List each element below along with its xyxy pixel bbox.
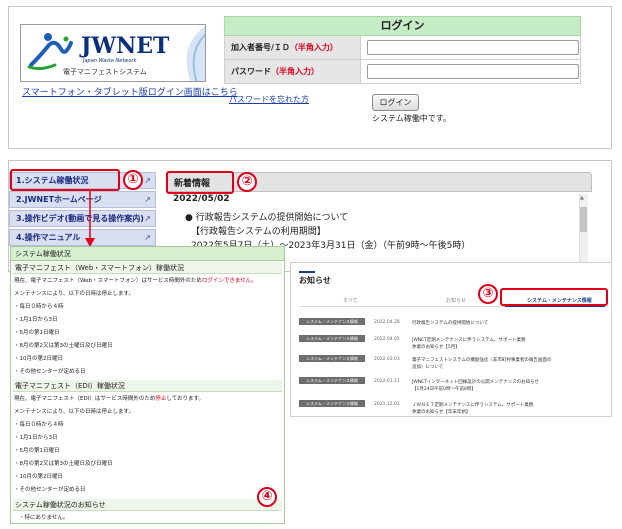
- tab-notices[interactable]: お知らせ: [446, 297, 466, 304]
- web-status-line: 現在、電子マニフェスト（Web・スマートフォン）はサービス時間外のためログインで…: [14, 278, 257, 284]
- user-id-input[interactable]: [367, 40, 579, 55]
- notice-link-cont[interactable]: 追加）について: [412, 364, 443, 370]
- category-badge: システム・メンテナンス情報: [299, 377, 365, 384]
- notice-date: 2022.04.28: [374, 320, 400, 325]
- notice-date: 2021.12.01: [374, 402, 400, 407]
- news-scroll-thumb[interactable]: [580, 207, 587, 232]
- edi-schedule-item: ・8月の第2又は第3の土曜日及び日曜日: [14, 461, 113, 467]
- category-badge: システム・メンテナンス情報: [299, 318, 365, 325]
- external-link-icon: ↗: [144, 233, 151, 242]
- logo-sub: Japan Waste Network: [83, 58, 137, 64]
- notice-link[interactable]: ＪＷＮＥＴ定期メンテナンスに伴うシステム、サポート業務: [412, 402, 533, 408]
- marker-2: ②: [237, 172, 257, 192]
- edi-status-section-title: 電子マニフェスト（EDI）稼働状況: [13, 380, 282, 392]
- notice-popup: お知らせ すべて お知らせ システム・メンテナンス情報 システム・メンテナンス情…: [290, 262, 612, 417]
- external-link-icon: ↗: [144, 195, 151, 204]
- web-maint-intro: メンテナンスにより、以下の日時は停止します。: [14, 291, 135, 297]
- edi-schedule-item: ・5月の第1日曜日: [14, 448, 60, 454]
- news-item-detail: 【行政報告システムの利用期間】: [191, 227, 326, 237]
- jwnet-logo: JWNET Japan Waste Network 電子マニフェストシステム: [20, 24, 206, 82]
- notice-link-cont[interactable]: 休業のお知らせ【5月】: [412, 344, 460, 350]
- news-item-link[interactable]: ● 行政報告システムの提供開始について: [185, 210, 348, 223]
- highlight-maintenance-tab-frame: [500, 288, 608, 306]
- marker-3: ③: [478, 284, 498, 304]
- web-schedule-item: ・その他センターが定める日: [14, 369, 86, 375]
- status-notice-title: システム稼働状況のお知らせ: [13, 499, 282, 511]
- marker-4: ④: [257, 487, 277, 507]
- menu-operation-video[interactable]: 3.操作ビデオ(動画で見る操作案内) ↗: [9, 210, 156, 227]
- bullet-icon: ●: [185, 213, 193, 223]
- password-label: パスワード（半角入力）: [225, 60, 361, 83]
- edi-status-line: 現在、電子マニフェスト（EDI）はサービス時間外のため停止しております。: [14, 396, 204, 402]
- system-status-popup: システム稼働状況 電子マニフェスト（Web・スマートフォン）稼働状況 現在、電子…: [10, 246, 285, 524]
- notice-date: 2022.03.03: [374, 357, 400, 362]
- web-schedule-item: ・1月1日から3日: [14, 317, 58, 323]
- external-link-icon: ↗: [144, 176, 151, 185]
- web-schedule-item: ・10月の第2日曜日: [14, 356, 64, 362]
- highlight-news-frame: [166, 171, 234, 194]
- notice-date: 2022.04.05: [374, 337, 400, 342]
- menu-operation-manual[interactable]: 4.操作マニュアル ↗: [9, 229, 156, 246]
- edi-schedule-item: ・10月の第2日曜日: [14, 474, 64, 480]
- news-date: 2022/05/02: [173, 194, 230, 204]
- login-form: ログイン 加入者番号/ＩＤ（半角入力） パスワード（半角入力） パスワードを忘れ…: [224, 16, 581, 141]
- notice-date: 2022.01.11: [374, 379, 400, 384]
- notice-link[interactable]: 電子マニフェストシステムの機能強化（非市町村事業者の報告画面の: [412, 357, 551, 363]
- web-schedule-item: ・5月の第1日曜日: [14, 330, 60, 336]
- web-status-section-title: 電子マニフェスト（Web・スマートフォン）稼働状況: [13, 262, 282, 274]
- notice-link[interactable]: 行政報告システムの提供開始について: [412, 320, 488, 326]
- system-status-text: システム稼働中です。: [372, 114, 451, 123]
- status-notice-text: ・特にありません。: [19, 515, 69, 521]
- external-link-icon: ↗: [144, 211, 151, 226]
- highlight-menu-frame: [10, 169, 120, 191]
- menu-jwnet-homepage[interactable]: 2.JWNETホームページ ↗: [9, 191, 156, 208]
- password-note: （半角入力）: [271, 67, 319, 76]
- forgot-password-link[interactable]: パスワードを忘れた方: [229, 94, 309, 105]
- web-schedule-item: ・8月の第2又は第3の土曜日及び日曜日: [14, 343, 113, 349]
- news-scrollbar[interactable]: [579, 194, 588, 270]
- menu-label: 4.操作マニュアル: [16, 233, 81, 242]
- edi-schedule-item: ・1月1日から3日: [14, 435, 58, 441]
- edi-schedule-item: ・その他センターが定める日: [14, 487, 86, 493]
- user-id-note: （半角入力）: [289, 43, 338, 52]
- notice-link-cont[interactable]: 【1月24日午前0時～午前8時】: [412, 386, 476, 392]
- edi-schedule-item: ・毎日０時から４時: [14, 422, 64, 428]
- pointer-arrow-icon: [85, 190, 95, 247]
- logo-text: JWNET: [81, 33, 170, 59]
- login-title: ログイン: [224, 16, 581, 36]
- menu-label: 3.操作ビデオ(動画で見る操作案内): [16, 214, 144, 223]
- tab-all[interactable]: すべて: [343, 297, 357, 304]
- notice-link-cont[interactable]: 休業のお知らせ【年末年始】: [412, 409, 470, 415]
- category-badge: システム・メンテナンス情報: [299, 400, 365, 407]
- decor-swash-icon: [186, 26, 205, 81]
- category-badge: システム・メンテナンス情報: [299, 355, 365, 362]
- password-input[interactable]: [367, 64, 579, 79]
- logo-caption: 電子マニフェストシステム: [63, 68, 147, 76]
- user-id-label: 加入者番号/ＩＤ（半角入力）: [225, 36, 361, 59]
- user-id-row: 加入者番号/ＩＤ（半角入力）: [224, 36, 581, 60]
- notice-link[interactable]: JWNETインターネット回線設計の公開メンテナンスのお知らせ: [412, 379, 539, 385]
- login-button[interactable]: ログイン: [372, 94, 419, 111]
- web-schedule-item: ・毎日０時から４時: [14, 304, 64, 310]
- notice-popup-title: お知らせ: [299, 276, 331, 285]
- notice-link[interactable]: JWNET定期メンテナンスに伴うシステム、サポート業務: [412, 337, 526, 343]
- smartphone-login-link[interactable]: スマートフォン・タブレット版ログイン画面はこちら: [22, 85, 238, 98]
- title-accent-bar: [299, 271, 315, 273]
- edi-maint-intro: メンテナンスにより、以下の日時は停止します。: [14, 409, 135, 415]
- marker-1: ①: [123, 170, 143, 190]
- scroll-up-icon[interactable]: ▲: [580, 195, 584, 201]
- status-popup-title: システム稼働状況: [11, 247, 284, 261]
- category-badge: システム・メンテナンス情報: [299, 335, 365, 342]
- password-row: パスワード（半角入力）: [224, 60, 581, 84]
